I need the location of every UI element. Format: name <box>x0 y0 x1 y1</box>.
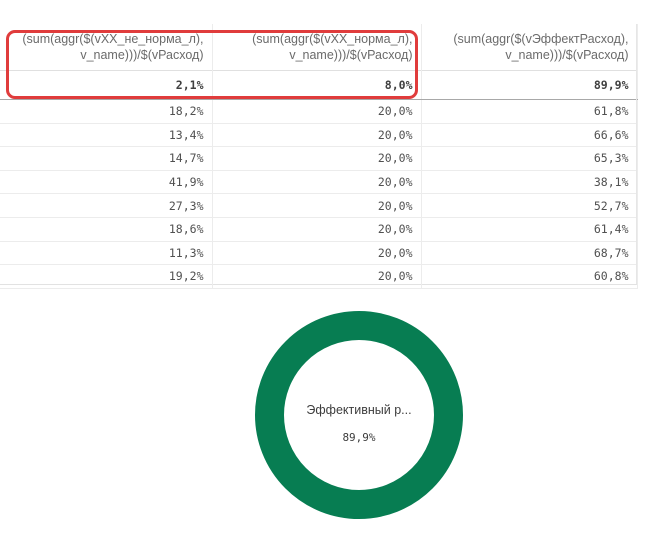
total-cell: 8,0% <box>212 70 422 100</box>
table-row[interactable]: 19,2% 20,0% 60,8% <box>0 264 638 289</box>
table-cell: 20,0% <box>212 241 422 266</box>
table-cell: 66,6% <box>421 123 638 148</box>
column-header[interactable]: (sum(aggr($(vЭффектРасход), v_name)))/$(… <box>421 24 638 71</box>
table-row[interactable]: 27,3% 20,0% 52,7% <box>0 193 638 218</box>
total-cell: 2,1% <box>0 70 213 100</box>
table-cell: 27,3% <box>0 193 213 218</box>
table-cell: 19,2% <box>0 264 213 289</box>
table-grid: (sum(aggr($(vXX_не_норма_л), v_name)))/$… <box>0 24 638 289</box>
totals-row: 2,1% 8,0% 89,9% <box>0 70 638 100</box>
table-cell: 41,9% <box>0 170 213 195</box>
straight-table: (sum(aggr($(vXX_не_норма_л), v_name)))/$… <box>0 24 638 289</box>
table-cell: 20,0% <box>212 123 422 148</box>
table-cell: 20,0% <box>212 146 422 171</box>
table-row[interactable]: 11,3% 20,0% 68,7% <box>0 241 638 266</box>
table-cell: 11,3% <box>0 241 213 266</box>
table-row[interactable]: 18,2% 20,0% 61,8% <box>0 99 638 124</box>
table-cell: 20,0% <box>212 193 422 218</box>
sheet-canvas: (sum(aggr($(vXX_не_норма_л), v_name)))/$… <box>0 0 672 540</box>
table-row[interactable]: 18,6% 20,0% 61,4% <box>0 217 638 242</box>
table-cell: 18,6% <box>0 217 213 242</box>
table-cell: 38,1% <box>421 170 638 195</box>
table-header-row: (sum(aggr($(vXX_не_норма_л), v_name)))/$… <box>0 24 638 71</box>
table-row[interactable]: 13,4% 20,0% 66,6% <box>0 123 638 148</box>
table-cell: 60,8% <box>421 264 638 289</box>
table-cell: 65,3% <box>421 146 638 171</box>
table-row[interactable]: 41,9% 20,0% 38,1% <box>0 170 638 195</box>
table-row[interactable]: 14,7% 20,0% 65,3% <box>0 146 638 171</box>
table-cell: 52,7% <box>421 193 638 218</box>
kpi-donut-chart[interactable]: Эффективный р... 89,9% <box>255 307 463 523</box>
total-cell: 89,9% <box>421 70 638 100</box>
donut-value: 89,9% <box>342 431 376 444</box>
table-cell: 61,4% <box>421 217 638 242</box>
table-cell: 13,4% <box>0 123 213 148</box>
donut-label: Эффективный р... <box>306 403 412 417</box>
table-cell: 20,0% <box>212 170 422 195</box>
table-right-border <box>636 24 637 284</box>
column-header[interactable]: (sum(aggr($(vXX_не_норма_л), v_name)))/$… <box>0 24 213 71</box>
table-cell: 18,2% <box>0 99 213 124</box>
table-cell: 68,7% <box>421 241 638 266</box>
table-cell: 61,8% <box>421 99 638 124</box>
table-cell: 20,0% <box>212 217 422 242</box>
table-cell: 20,0% <box>212 99 422 124</box>
table-cell: 20,0% <box>212 264 422 289</box>
column-header[interactable]: (sum(aggr($(vXX_норма_л), v_name)))/$(vР… <box>212 24 422 71</box>
table-cell: 14,7% <box>0 146 213 171</box>
